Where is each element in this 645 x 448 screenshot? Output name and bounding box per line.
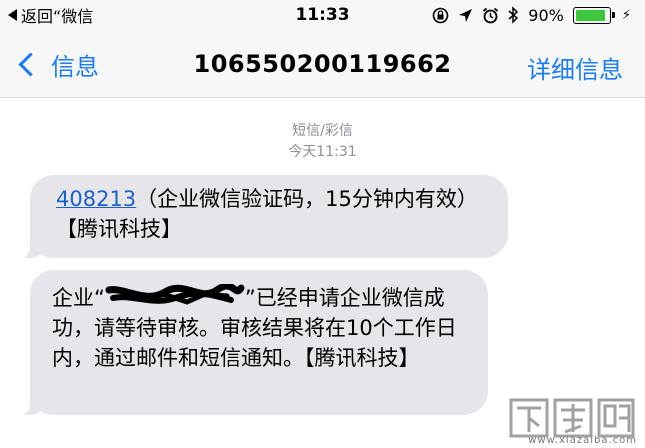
message-type-label: 短信/彩信 xyxy=(292,123,353,139)
battery-fill xyxy=(575,9,605,21)
alarm-icon xyxy=(483,7,499,23)
message-timestamp: 今天11:31 xyxy=(288,144,357,160)
nav-bar: 信息 106550200119662 详细信息 xyxy=(0,30,645,98)
message-bubble[interactable]: 企业“ ”已经申请企业微信成功，请等待审核。审核结果将在10个工作日内，通过邮件… xyxy=(18,270,488,416)
details-button[interactable]: 详细信息 xyxy=(527,50,623,85)
battery-percent: 90% xyxy=(528,5,564,25)
redaction-scribble xyxy=(105,284,245,308)
location-arrow-icon xyxy=(459,8,473,22)
watermark-url: www.xiazaiba.com xyxy=(528,435,637,446)
status-bar: 返回“微信 11:33 90% ⚡ xyxy=(0,0,645,30)
sms-screen: 返回“微信 11:33 90% ⚡ 信息 106550200119662 详细信… xyxy=(0,0,645,448)
message-text-prefix: 企业“ xyxy=(52,286,105,310)
message-bubble[interactable]: 408213（企业微信验证码，15分钟内有效）【腾讯科技】 xyxy=(18,175,508,259)
verification-code-link[interactable]: 408213 xyxy=(56,187,136,211)
status-icons: 90% ⚡ xyxy=(432,4,631,26)
bluetooth-icon xyxy=(508,6,519,24)
battery-icon xyxy=(572,6,615,24)
charging-icon: ⚡ xyxy=(621,7,631,23)
rotation-lock-icon xyxy=(432,7,449,23)
